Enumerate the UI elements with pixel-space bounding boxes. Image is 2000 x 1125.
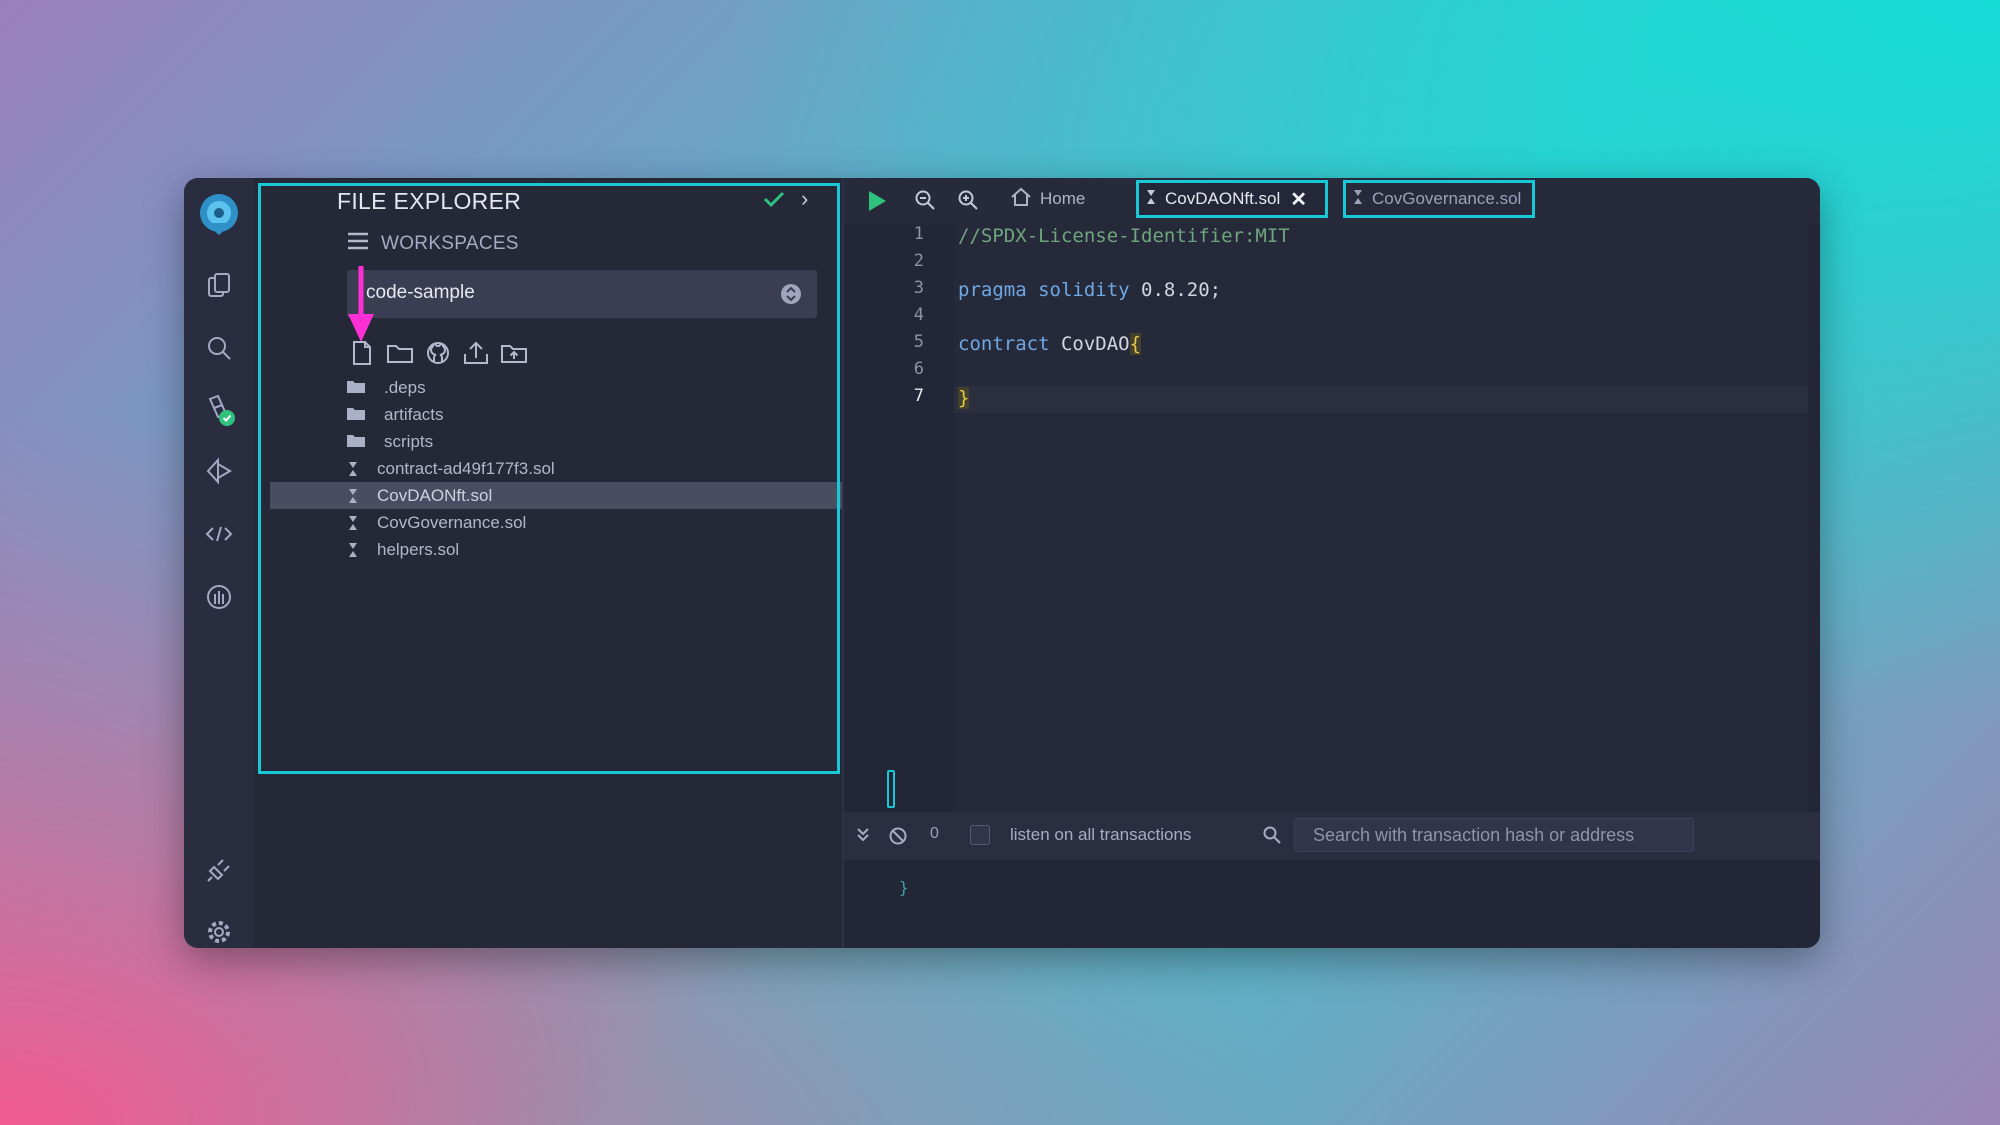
remix-logo-icon[interactable] [194,186,244,242]
search-icon [1262,825,1282,850]
scroll-indicator[interactable] [887,770,895,808]
file-explorer-icon[interactable] [194,266,244,306]
tree-item-label: scripts [384,431,434,451]
code-line: contract CovDAO{ [958,333,1142,355]
settings-icon[interactable] [194,912,244,948]
workspaces-header: WORKSPACES [347,232,519,255]
code-line: //SPDX-License-Identifier:MIT [958,225,1290,247]
folder-icon [346,379,366,400]
tab-label: CovDAONft.sol [1165,189,1281,208]
collapse-terminal-icon[interactable] [854,826,872,849]
terminal-output: } [844,860,1820,948]
listen-checkbox[interactable] [970,825,990,845]
code-token: 0.8.20; [1141,279,1222,301]
plugin-manager-icon[interactable] [194,850,244,890]
import-folder-icon[interactable] [499,338,529,368]
solidity-file-icon [346,541,360,564]
close-icon[interactable]: ✕ [1290,187,1307,212]
code-token: } [958,387,970,409]
deploy-run-icon[interactable] [194,451,244,491]
line-number: 5 [913,332,924,352]
tree-folder[interactable]: .deps [254,374,842,401]
tab-covgovernance[interactable]: CovGovernance.sol [1343,180,1535,218]
folder-icon [346,433,366,454]
tab-label: CovGovernance.sol [1372,189,1522,208]
line-number-active: 7 [913,386,924,406]
code-token: //SPDX-License-Identifier:MIT [958,225,1290,247]
search-icon[interactable] [194,328,244,368]
listen-label: listen on all transactions [1010,825,1192,844]
code-line: pragma solidity 0.8.20; [958,279,1221,301]
remix-ide-window: FILE EXPLORER › WORKSPACES code-sample .… [184,178,1820,948]
tree-file[interactable]: CovGovernance.sol [254,509,842,536]
tab-covdaonft[interactable]: CovDAONft.sol ✕ [1136,180,1328,218]
zoom-out-icon[interactable] [914,189,936,216]
tree-item-label: CovGovernance.sol [377,512,527,532]
tree-item-label: artifacts [384,404,444,424]
code-token: pragma solidity [958,279,1142,301]
solidity-compiler-icon[interactable] [194,390,244,430]
solidity-file-icon [1145,188,1157,211]
tab-label: Home [1040,189,1086,208]
home-icon [1010,187,1032,212]
pink-arrow-annotation-icon [344,264,378,349]
tree-file-selected[interactable]: CovDAONft.sol [270,482,842,509]
workspace-select[interactable]: code-sample [347,270,817,318]
code-token: contract [958,333,1061,355]
check-icon [763,190,785,213]
workspaces-label: WORKSPACES [381,232,519,254]
line-number: 2 [913,251,924,271]
tree-item-label: contract-ad49f177f3.sol [377,458,555,478]
tree-folder[interactable]: scripts [254,428,842,455]
line-number: 1 [913,224,924,244]
workspace-select-value: code-sample [366,282,475,303]
transaction-search-input[interactable]: Search with transaction hash or address [1294,818,1694,852]
new-folder-icon[interactable] [385,338,415,368]
clear-console-icon[interactable] [888,826,908,851]
icon-rail [184,178,254,948]
tree-folder[interactable]: artifacts [254,401,842,428]
tree-item-label: CovDAONft.sol [377,485,493,505]
select-arrows-icon [781,284,801,304]
code-line: } [958,387,970,409]
upload-icon[interactable] [461,338,491,368]
tab-bar: Home CovDAONft.sol ✕ CovGovernance.sol [844,178,1820,224]
code-token: { [1129,333,1142,355]
tree-file[interactable]: contract-ad49f177f3.sol [254,455,842,482]
line-number: 4 [913,305,924,325]
file-toolbar [347,338,529,368]
github-icon[interactable] [423,338,453,368]
line-number-gutter: 1 2 3 4 5 6 7 [844,224,954,818]
tree-file[interactable]: helpers.sol [254,536,842,563]
hamburger-menu-icon[interactable] [347,232,369,255]
line-number: 3 [913,278,924,298]
terminal-output-line: } [899,878,909,897]
file-explorer-panel: FILE EXPLORER › WORKSPACES code-sample .… [254,178,842,948]
editor-area: Home CovDAONft.sol ✕ CovGovernance.sol 1… [842,178,1820,948]
terminal-toolbar: 0 listen on all transactions Search with… [844,812,1820,860]
tree-item-label: helpers.sol [377,539,460,559]
active-line-highlight [954,386,1808,413]
pending-tx-count: 0 [930,825,939,842]
panel-title: FILE EXPLORER [337,188,522,214]
solidity-file-icon [346,460,360,483]
solidity-file-icon [346,514,360,537]
tab-home[interactable]: Home [1010,180,1085,218]
code-editor[interactable]: //SPDX-License-Identifier:MIT pragma soli… [954,224,1808,818]
new-file-icon[interactable] [347,338,377,368]
analysis-icon[interactable] [194,577,244,617]
code-token: CovDAO [1060,333,1130,355]
zoom-in-icon[interactable] [957,189,979,216]
folder-icon [346,406,366,427]
tree-item-label: .deps [384,377,426,397]
solidity-file-icon [346,487,360,510]
chevron-right-icon[interactable]: › [801,186,808,212]
debugger-icon[interactable] [194,514,244,554]
file-tree: .deps artifacts scripts contract-ad49f17… [254,374,842,563]
run-play-icon[interactable] [866,189,888,218]
solidity-file-icon [1352,188,1364,211]
line-number: 6 [913,359,924,379]
